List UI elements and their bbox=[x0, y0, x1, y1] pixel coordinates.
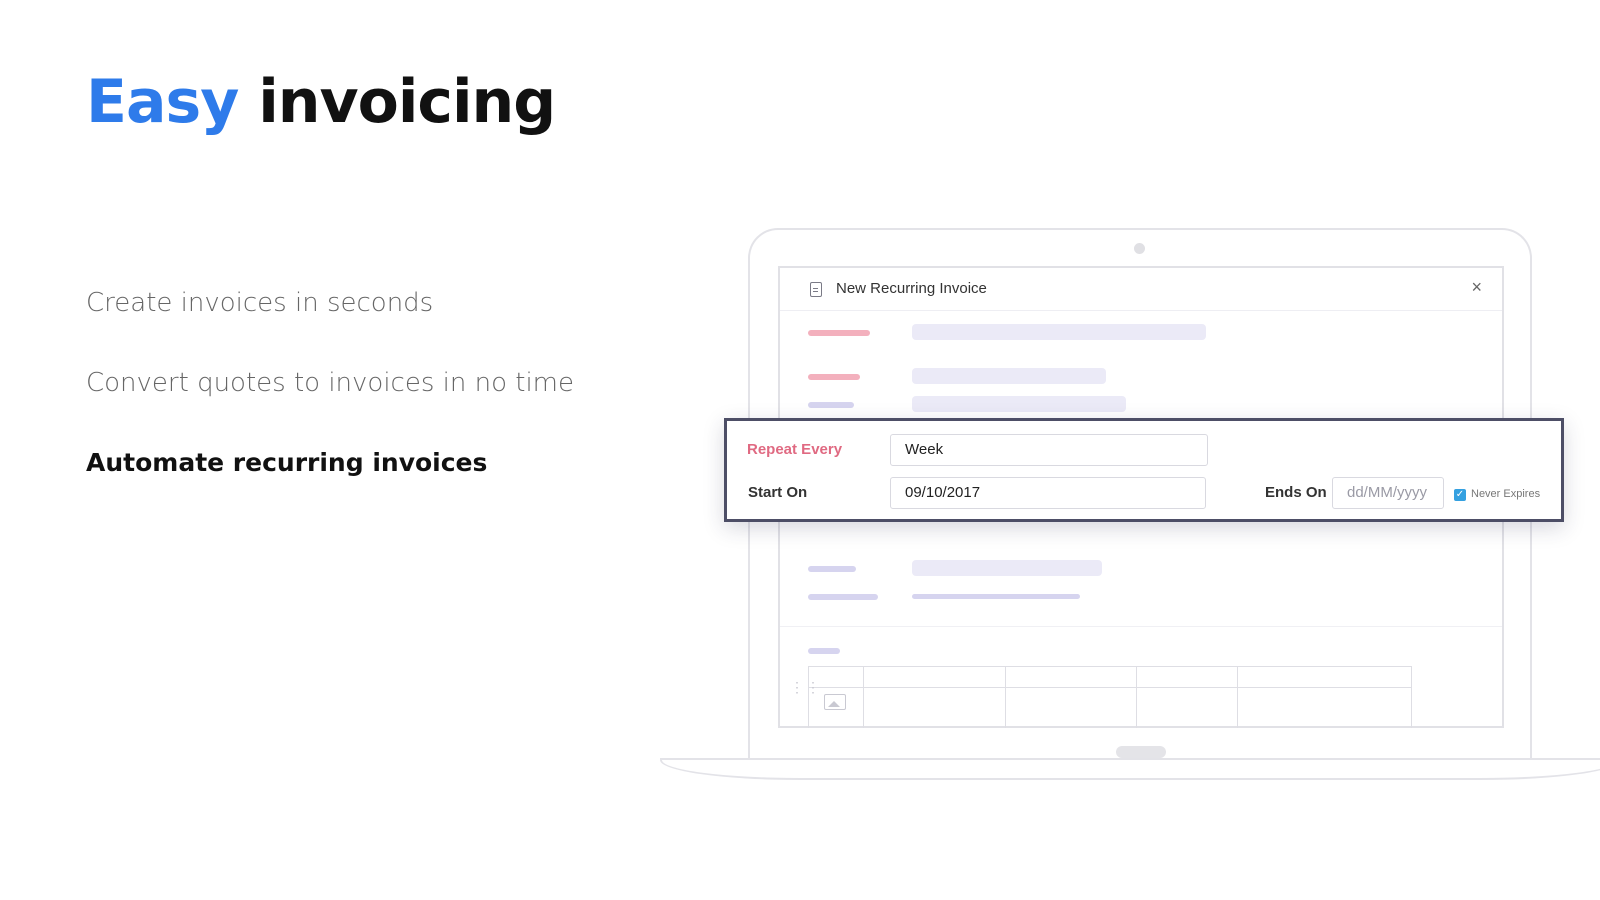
feature-create-invoices[interactable]: Create invoices in seconds bbox=[86, 288, 433, 318]
table-row-divider bbox=[809, 687, 1411, 688]
section-divider bbox=[780, 626, 1502, 627]
modal-title: New Recurring Invoice bbox=[836, 280, 987, 297]
never-expires-checkbox[interactable]: ✓ bbox=[1454, 489, 1466, 501]
line-items-table bbox=[808, 666, 1412, 728]
laptop-camera bbox=[1134, 243, 1145, 254]
laptop-base bbox=[660, 758, 1600, 780]
recurring-settings-panel: Repeat Every Week Start On 09/10/2017 En… bbox=[724, 418, 1564, 522]
table-column-divider bbox=[863, 667, 864, 728]
feature-recurring-invoices[interactable]: Automate recurring invoices bbox=[86, 448, 487, 477]
never-expires-label: Never Expires bbox=[1471, 488, 1541, 500]
repeat-every-label: Repeat Every bbox=[747, 441, 843, 458]
ends-on-date-field[interactable]: dd/MM/yyyy bbox=[1332, 477, 1444, 509]
placeholder-label bbox=[808, 566, 856, 572]
table-column-divider bbox=[1136, 667, 1137, 728]
placeholder-label bbox=[808, 374, 860, 380]
ends-on-label: Ends On bbox=[1265, 484, 1327, 501]
placeholder-field bbox=[912, 324, 1206, 340]
placeholder-label bbox=[808, 648, 840, 654]
document-icon bbox=[810, 282, 822, 297]
headline-rest: invoicing bbox=[258, 67, 556, 137]
placeholder-label bbox=[808, 330, 870, 336]
start-on-label: Start On bbox=[748, 484, 808, 501]
close-icon[interactable]: × bbox=[1471, 277, 1482, 297]
placeholder-field bbox=[912, 560, 1102, 576]
table-column-divider bbox=[1237, 667, 1238, 728]
placeholder-line bbox=[912, 594, 1080, 599]
table-column-divider bbox=[1005, 667, 1006, 728]
repeat-every-select[interactable]: Week bbox=[890, 434, 1208, 466]
start-on-date-field[interactable]: 09/10/2017 bbox=[890, 477, 1206, 509]
drag-handle-icon[interactable]: ⋮⋮ bbox=[790, 680, 822, 694]
placeholder-label bbox=[808, 594, 878, 600]
placeholder-field bbox=[912, 396, 1126, 412]
laptop-notch bbox=[1116, 746, 1166, 758]
page-headline: Easy invoicing bbox=[86, 62, 556, 142]
modal-header: New Recurring Invoice × bbox=[780, 268, 1502, 311]
placeholder-label bbox=[808, 402, 854, 408]
headline-accent: Easy bbox=[86, 67, 239, 137]
image-icon bbox=[824, 694, 846, 710]
placeholder-field bbox=[912, 368, 1106, 384]
feature-convert-quotes[interactable]: Convert quotes to invoices in no time bbox=[86, 368, 574, 398]
